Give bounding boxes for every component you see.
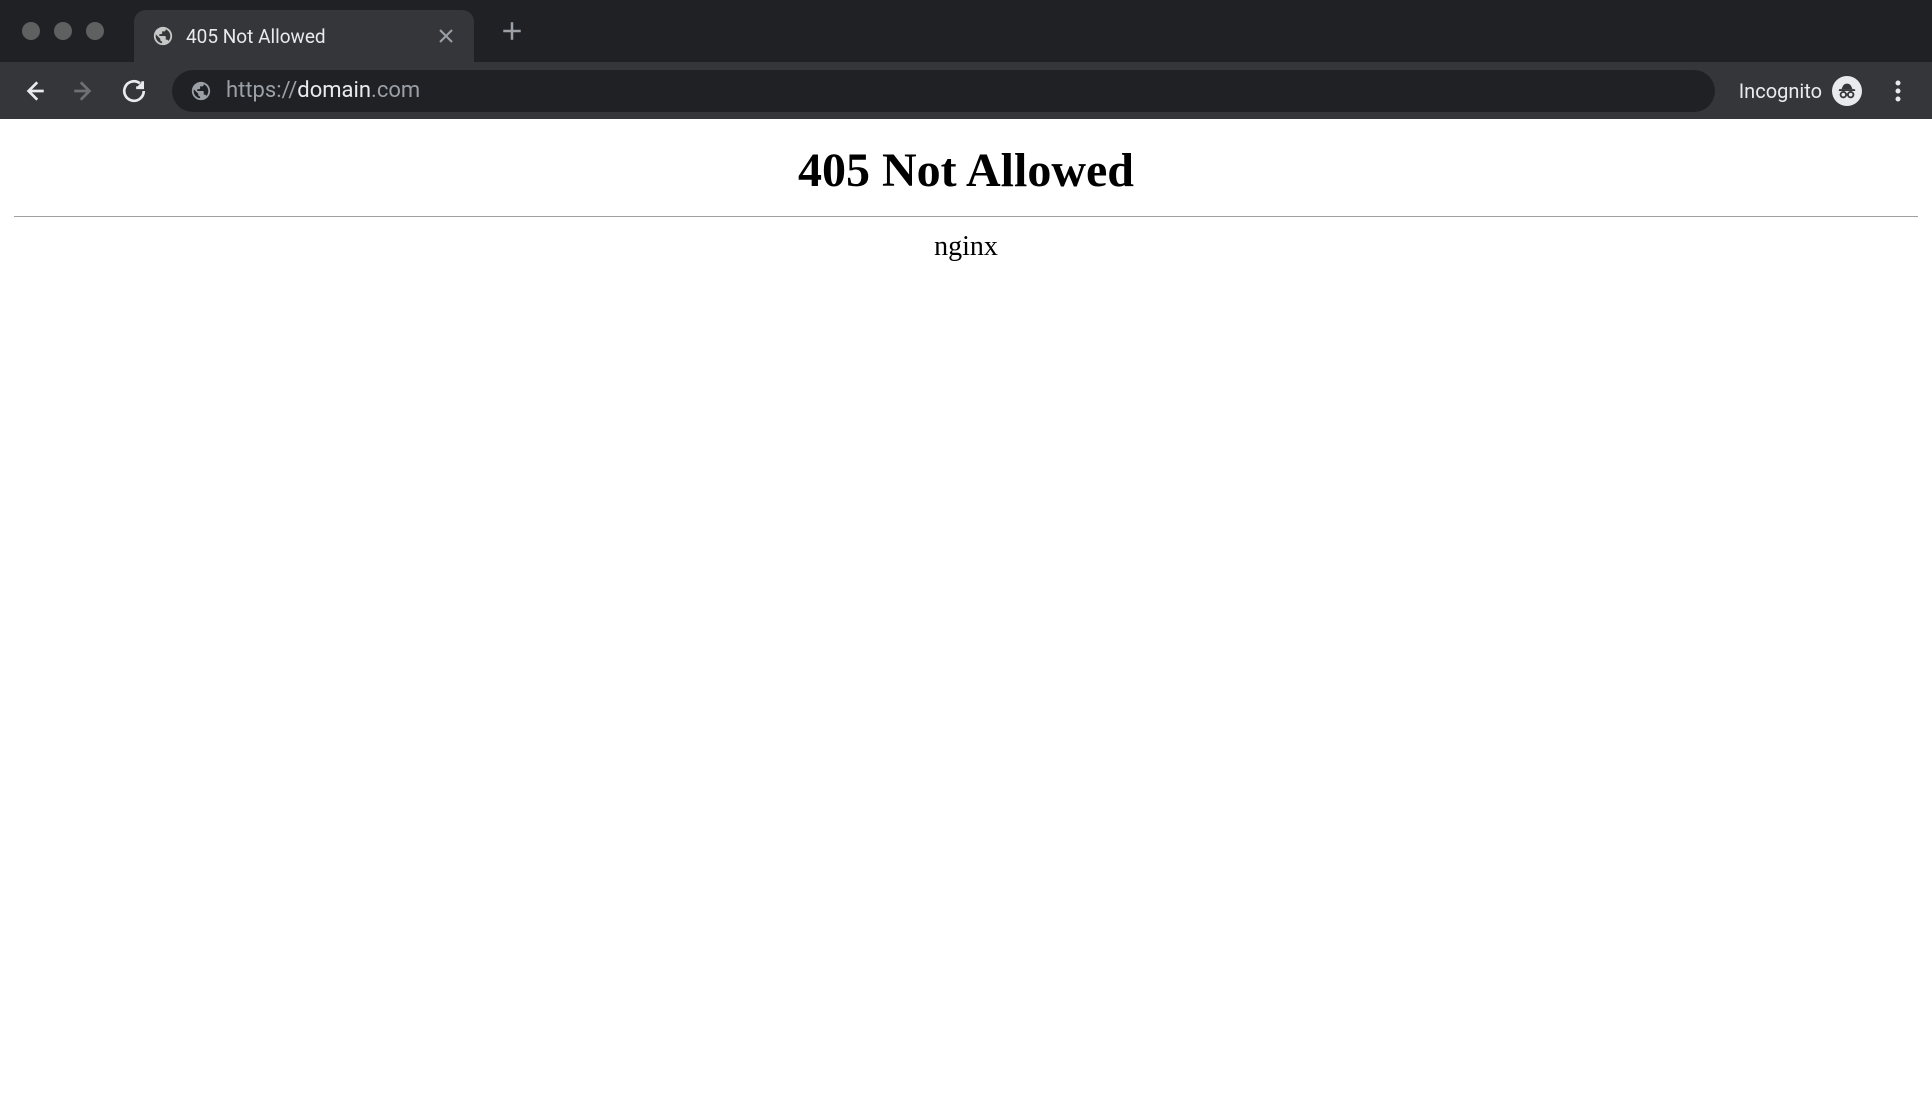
window-minimize-button[interactable]: [54, 22, 72, 40]
globe-icon: [152, 25, 174, 47]
address-bar[interactable]: https://domain.com: [172, 70, 1715, 112]
incognito-badge: Incognito: [1733, 76, 1868, 106]
url-text: https://domain.com: [226, 78, 420, 103]
url-host: domain: [297, 78, 371, 103]
menu-button[interactable]: [1878, 71, 1918, 111]
browser-tab[interactable]: 405 Not Allowed: [134, 10, 474, 62]
reload-button[interactable]: [114, 71, 154, 111]
toolbar: https://domain.com Incognito: [0, 62, 1932, 119]
title-bar: 405 Not Allowed: [0, 0, 1932, 62]
back-button[interactable]: [14, 71, 54, 111]
forward-button[interactable]: [64, 71, 104, 111]
incognito-icon: [1832, 76, 1862, 106]
incognito-label: Incognito: [1739, 79, 1822, 103]
new-tab-button[interactable]: [492, 11, 532, 51]
page-content: 405 Not Allowed nginx: [0, 119, 1932, 275]
error-heading: 405 Not Allowed: [12, 143, 1920, 198]
window-maximize-button[interactable]: [86, 22, 104, 40]
divider: [14, 216, 1918, 217]
window-controls: [0, 22, 134, 40]
site-info-icon[interactable]: [190, 80, 212, 102]
window-close-button[interactable]: [22, 22, 40, 40]
server-name: nginx: [12, 231, 1920, 263]
url-scheme: https://: [226, 78, 297, 103]
url-tld: .com: [371, 78, 420, 103]
browser-chrome: 405 Not Allowed: [0, 0, 1932, 119]
tab-title: 405 Not Allowed: [186, 25, 424, 48]
tab-close-button[interactable]: [436, 26, 456, 46]
